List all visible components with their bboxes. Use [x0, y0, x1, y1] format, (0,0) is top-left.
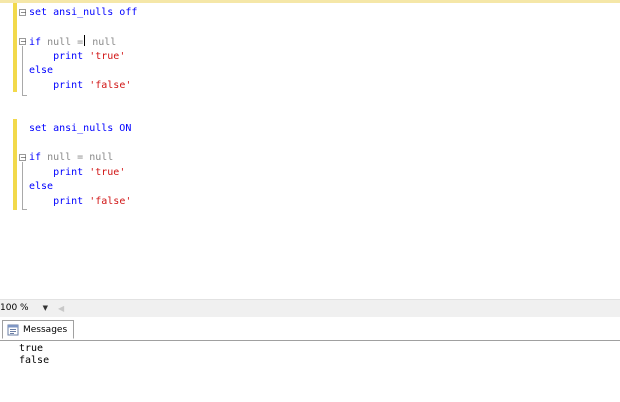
code-token: if — [29, 37, 42, 48]
message-line: false — [19, 355, 50, 366]
code-line[interactable]: print 'false' — [29, 195, 137, 210]
code-token: 'true' — [89, 50, 126, 62]
code-token: set ansi_nulls ON — [29, 123, 132, 134]
code-token: 'false' — [89, 79, 132, 91]
code-token: 'false' — [89, 195, 132, 207]
code-line[interactable]: else — [29, 180, 137, 195]
outline-end — [22, 95, 27, 96]
scroll-left-icon[interactable]: ◀ — [58, 304, 64, 313]
code-token: null — [41, 37, 78, 48]
code-line[interactable]: print 'true' — [29, 50, 137, 65]
code-line[interactable] — [29, 93, 137, 108]
zoom-dropdown[interactable]: 100 % ▼ ◀ — [0, 300, 64, 316]
collapse-icon[interactable]: − — [19, 38, 27, 46]
outline-end — [22, 209, 27, 210]
code-token: null = null — [41, 152, 114, 163]
code-text[interactable]: set ansi_nulls off if null = null print … — [29, 6, 137, 209]
code-line[interactable]: if null = null — [29, 35, 137, 50]
message-line: true — [19, 343, 44, 354]
code-line[interactable]: set ansi_nulls off — [29, 6, 137, 21]
code-line[interactable] — [29, 137, 137, 152]
code-token: print — [29, 79, 90, 91]
tab-messages-label: Messages — [23, 324, 68, 335]
outline-line — [22, 46, 23, 95]
code-token: 'true' — [89, 166, 126, 178]
code-token: print — [29, 195, 90, 207]
code-line[interactable] — [29, 108, 137, 123]
change-bar — [13, 119, 17, 210]
code-line[interactable]: else — [29, 64, 137, 79]
query-window: − − − set ansi_nulls off if null = null … — [0, 0, 620, 402]
sql-editor[interactable]: − − − set ansi_nulls off if null = null … — [0, 3, 620, 299]
code-token: null — [86, 37, 117, 48]
results-tabs: Messages — [0, 317, 620, 341]
code-token: if — [29, 152, 42, 163]
outline-line — [22, 162, 23, 209]
code-line[interactable]: print 'true' — [29, 166, 137, 181]
editor-status-bar: 100 % ▼ ◀ — [0, 299, 620, 317]
chevron-down-icon[interactable]: ▼ — [43, 304, 48, 312]
code-token: print — [29, 50, 90, 62]
code-token: else — [29, 65, 54, 76]
code-token: else — [29, 181, 54, 192]
code-token: = — [77, 37, 84, 48]
collapse-icon[interactable]: − — [19, 9, 27, 17]
code-line[interactable] — [29, 21, 137, 36]
code-token: set ansi_nulls off — [29, 7, 138, 18]
code-token: print — [29, 166, 90, 178]
messages-icon — [7, 324, 19, 336]
messages-pane: true false — [0, 341, 620, 402]
tab-messages[interactable]: Messages — [2, 320, 74, 339]
collapse-icon[interactable]: − — [19, 154, 27, 162]
code-line[interactable]: set ansi_nulls ON — [29, 122, 137, 137]
code-line[interactable]: if null = null — [29, 151, 137, 166]
change-bar — [13, 3, 17, 92]
zoom-level: 100 % — [0, 303, 29, 313]
code-line[interactable]: print 'false' — [29, 79, 137, 94]
